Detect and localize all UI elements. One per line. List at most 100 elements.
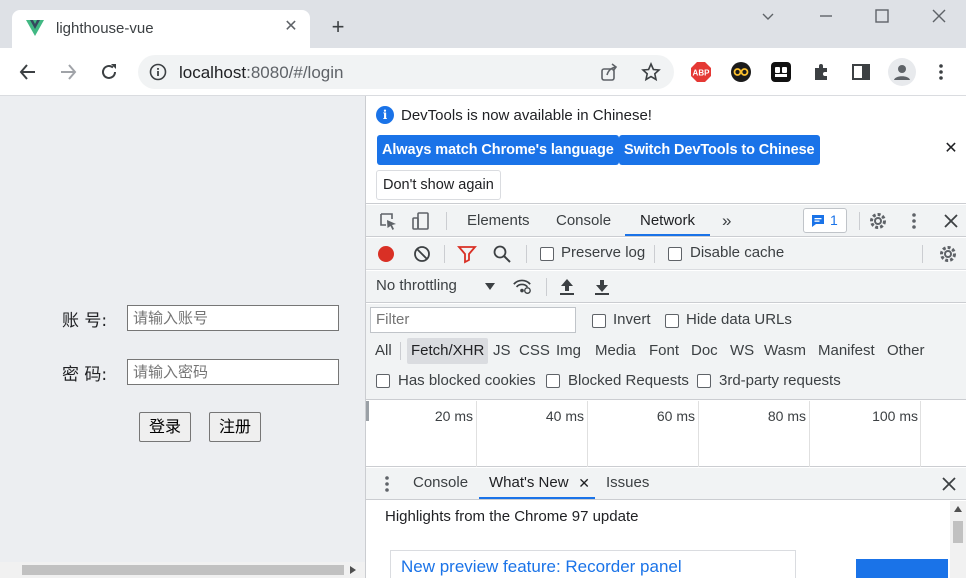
drawer-tab-whats-new[interactable]: What's New ✕ (479, 468, 595, 499)
dropdown-arrow-icon[interactable] (484, 282, 496, 292)
address-bar[interactable]: localhost:8080/#/login (138, 55, 674, 89)
import-har-icon[interactable] (557, 277, 577, 297)
filter-input[interactable]: Filter (370, 307, 576, 333)
arrow-left-icon (19, 64, 35, 80)
gear-icon[interactable] (868, 211, 888, 231)
eyes-extension[interactable] (729, 60, 753, 84)
disable-cache-checkbox[interactable] (668, 247, 682, 261)
account-input[interactable]: 请输入账号 (127, 305, 339, 331)
forward-button[interactable] (56, 60, 80, 84)
inspect-element-icon[interactable] (378, 211, 398, 231)
record-icon[interactable] (376, 244, 396, 264)
search-icon[interactable] (492, 244, 512, 264)
invert-label: Invert (613, 311, 651, 328)
network-overview[interactable]: 20 ms 40 ms 60 ms 80 ms 100 ms (366, 401, 966, 467)
tick-label: 60 ms (656, 408, 695, 424)
dont-show-again-button[interactable]: Don't show again (376, 170, 501, 200)
hide-data-urls-label: Hide data URLs (686, 311, 792, 328)
tick-label: 100 ms (872, 408, 918, 424)
feature-thumbnail (856, 559, 948, 578)
chevron-down-icon[interactable] (755, 4, 781, 28)
tab-console[interactable]: Console (556, 205, 611, 236)
drawer-tab-issues[interactable]: Issues (606, 468, 649, 499)
extensions-button[interactable] (810, 60, 834, 84)
login-button[interactable]: 登录 (139, 412, 192, 442)
infobar-close-icon[interactable]: ✕ (942, 140, 960, 158)
filter-type-css[interactable]: CSS (515, 338, 554, 364)
filter-type-doc[interactable]: Doc (687, 338, 722, 364)
export-har-icon[interactable] (592, 277, 612, 297)
filter-type-all[interactable]: All (371, 338, 396, 364)
close-drawer-icon[interactable] (939, 474, 959, 494)
scrollbar-thumb[interactable] (953, 521, 963, 543)
feature-link[interactable]: New preview feature: Recorder panel (401, 557, 682, 577)
arrow-right-icon (61, 64, 77, 80)
tab-network[interactable]: Network (625, 205, 711, 236)
new-tab-button[interactable]: + (326, 15, 350, 39)
timeline-handle[interactable] (366, 401, 369, 421)
filter-type-other[interactable]: Other (883, 338, 929, 364)
network-settings-gear-icon[interactable] (938, 244, 958, 264)
tab-strip: lighthouse-vue ✕ + (0, 0, 966, 48)
browser-toolbar: localhost:8080/#/login ABP (0, 48, 966, 96)
maximize-icon[interactable] (869, 4, 895, 28)
horizontal-scrollbar[interactable] (0, 562, 365, 578)
password-input[interactable]: 请输入密码 (127, 359, 339, 385)
close-tab-icon[interactable]: ✕ (578, 468, 590, 498)
filter-type-media[interactable]: Media (591, 338, 640, 364)
browser-tab[interactable]: lighthouse-vue ✕ (12, 10, 310, 48)
drawer-tab-console[interactable]: Console (413, 468, 468, 499)
scroll-up-icon[interactable] (954, 505, 962, 513)
separator (546, 278, 547, 296)
filter-type-manifest[interactable]: Manifest (814, 338, 879, 364)
chrome-menu-button[interactable] (929, 60, 953, 84)
close-devtools-icon[interactable] (941, 211, 961, 231)
infobar-message: DevTools is now available in Chinese! (401, 107, 652, 124)
invert-checkbox[interactable] (592, 314, 606, 328)
filter-type-img[interactable]: Img (552, 338, 585, 364)
filter-icon[interactable] (457, 244, 477, 264)
register-button[interactable]: 注册 (209, 412, 262, 442)
device-toolbar-icon[interactable] (411, 211, 431, 231)
drawer-menu-icon[interactable] (377, 474, 397, 494)
issues-counter[interactable]: 1 (803, 208, 847, 233)
blocked-requests-checkbox[interactable] (546, 374, 560, 388)
more-tabs-icon[interactable]: » (722, 205, 731, 236)
abp-extension[interactable]: ABP (689, 60, 713, 84)
info-icon[interactable] (149, 63, 167, 81)
hide-data-urls-checkbox[interactable] (665, 314, 679, 328)
drawer-tab-label: What's New (489, 474, 569, 491)
filter-type-js[interactable]: JS (489, 338, 515, 364)
profile-button[interactable] (888, 58, 916, 86)
throttling-select[interactable]: No throttling (376, 277, 457, 294)
back-button[interactable] (16, 60, 40, 84)
preserve-log-checkbox[interactable] (540, 247, 554, 261)
scroll-right-icon[interactable] (349, 566, 357, 574)
filter-type-fetch-xhr[interactable]: Fetch/XHR (407, 338, 489, 364)
minimize-icon[interactable] (813, 4, 839, 28)
vertical-scrollbar[interactable] (950, 501, 966, 578)
filter-type-ws[interactable]: WS (726, 338, 758, 364)
network-conditions-icon[interactable] (512, 276, 532, 296)
filter-type-font[interactable]: Font (645, 338, 683, 364)
kebab-menu-icon[interactable] (904, 211, 924, 231)
tab-close-icon[interactable]: ✕ (280, 16, 302, 38)
tab-elements[interactable]: Elements (467, 205, 530, 236)
language-infobar: i DevTools is now available in Chinese! … (366, 96, 966, 204)
switch-chinese-button[interactable]: Switch DevTools to Chinese (619, 135, 820, 165)
side-panel-button[interactable] (849, 60, 873, 84)
clear-icon[interactable] (412, 244, 432, 264)
filter-type-wasm[interactable]: Wasm (760, 338, 810, 364)
tick-label: 20 ms (434, 408, 473, 424)
feature-card[interactable]: New preview feature: Recorder panel (390, 550, 796, 578)
reload-button[interactable] (97, 60, 121, 84)
match-language-button[interactable]: Always match Chrome's language (377, 135, 619, 165)
scrollbar-thumb[interactable] (22, 565, 344, 575)
third-party-checkbox[interactable] (697, 374, 711, 388)
dark-extension[interactable] (769, 60, 793, 84)
password-row: 密 码: 请输入密码 (62, 359, 339, 385)
close-icon[interactable] (926, 4, 952, 28)
share-icon[interactable] (599, 63, 619, 83)
bookmark-star-icon[interactable] (641, 62, 661, 82)
has-blocked-cookies-checkbox[interactable] (376, 374, 390, 388)
